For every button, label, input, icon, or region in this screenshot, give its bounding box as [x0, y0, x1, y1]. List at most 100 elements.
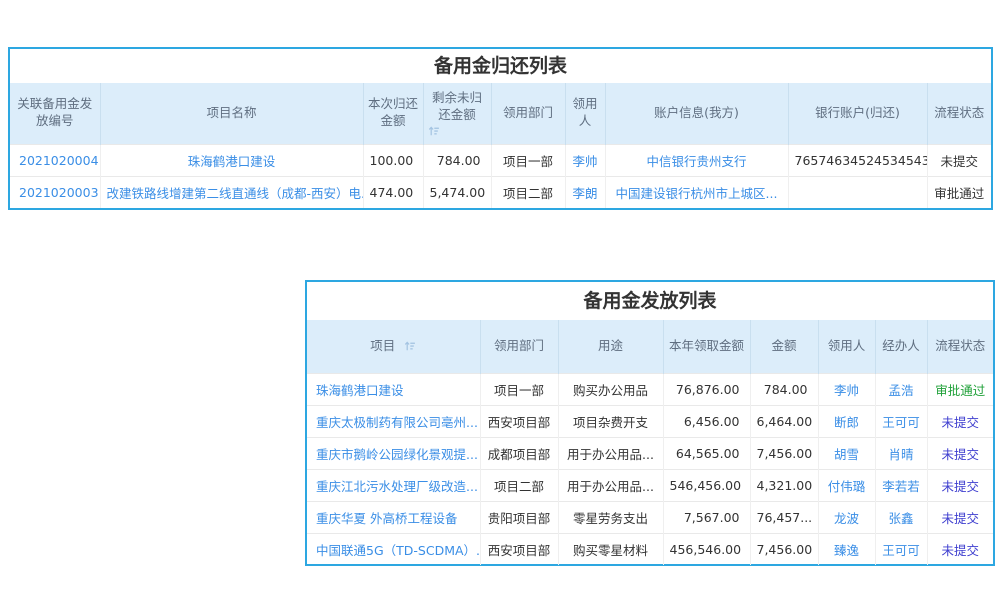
col-header-workflow-status: 流程状态: [927, 83, 991, 144]
recipient-dept-cell: 项目二部: [480, 469, 558, 501]
col-header-purpose: 用途: [558, 320, 663, 373]
table-row: 2021020004 珠海鹤港口建设 100.00 784.00 项目一部 李帅…: [10, 144, 991, 176]
return-bank-account-cell: [788, 176, 927, 208]
project-name-link[interactable]: 重庆市鹅岭公园绿化景观提...: [307, 437, 480, 469]
recipient-link[interactable]: 断郎: [818, 405, 875, 437]
amount-cell: 7,456.00: [750, 437, 818, 469]
handler-link[interactable]: 张鑫: [875, 501, 927, 533]
project-name-link[interactable]: 中国联通5G（TD-SCDMA）...: [307, 533, 480, 565]
issue-table-header-row: 项目 领用部门 用途 本年领取金额 金额 领用人 经办人: [307, 320, 993, 373]
amount-cell: 6,464.00: [750, 405, 818, 437]
handler-link[interactable]: 王可可: [875, 533, 927, 565]
workflow-status-cell: 审批通过: [927, 373, 993, 405]
our-account-link[interactable]: 中国建设银行杭州市上城区...: [605, 176, 788, 208]
purpose-cell: 项目杂费开支: [558, 405, 663, 437]
recipient-dept-cell: 项目一部: [491, 144, 565, 176]
col-header-remaining-amount[interactable]: 剩余未归还金额: [423, 83, 491, 144]
workflow-status-cell: 未提交: [927, 405, 993, 437]
recipient-link[interactable]: 李帅: [818, 373, 875, 405]
recipient-dept-cell: 成都项目部: [480, 437, 558, 469]
table-row: 重庆华夏 外高桥工程设备 贵阳项目部 零星劳务支出 7,567.00 76,45…: [307, 501, 993, 533]
recipient-link[interactable]: 李朗: [565, 176, 605, 208]
purpose-cell: 购买办公用品: [558, 373, 663, 405]
col-header-related-issue-id: 关联备用金发放编号: [10, 83, 100, 144]
return-list-panel: 备用金归还列表 关联备用金发放编号 项目名称 本次归还金额 剩余未归还金额: [8, 47, 993, 210]
project-name-link[interactable]: 改建铁路线增建第二线直通线（成都-西安）电...: [100, 176, 363, 208]
amount-cell: 784.00: [750, 373, 818, 405]
purpose-cell: 购买零星材料: [558, 533, 663, 565]
return-bank-account-cell: 765746345245345435: [788, 144, 927, 176]
return-table: 关联备用金发放编号 项目名称 本次归还金额 剩余未归还金额 领用部门: [10, 83, 991, 208]
workflow-status-cell: 未提交: [927, 501, 993, 533]
year-received-amount-cell: 76,876.00: [663, 373, 750, 405]
col-header-recipient-dept: 领用部门: [491, 83, 565, 144]
issue-table: 项目 领用部门 用途 本年领取金额 金额 领用人 经办人: [307, 320, 993, 565]
handler-link[interactable]: 李若若: [875, 469, 927, 501]
project-name-link[interactable]: 重庆江北污水处理厂级改造...: [307, 469, 480, 501]
col-header-recipient: 领用人: [565, 83, 605, 144]
table-row: 珠海鹤港口建设 项目一部 购买办公用品 76,876.00 784.00 李帅 …: [307, 373, 993, 405]
col-header-return-bank-account: 银行账户(归还): [788, 83, 927, 144]
recipient-link[interactable]: 龙波: [818, 501, 875, 533]
return-table-header-row: 关联备用金发放编号 项目名称 本次归还金额 剩余未归还金额 领用部门: [10, 83, 991, 144]
return-table-title: 备用金归还列表: [10, 49, 991, 83]
workflow-status-cell: 未提交: [927, 469, 993, 501]
table-row: 重庆太极制药有限公司亳州... 西安项目部 项目杂费开支 6,456.00 6,…: [307, 405, 993, 437]
col-header-project[interactable]: 项目: [307, 320, 480, 373]
recipient-link[interactable]: 臻逸: [818, 533, 875, 565]
project-name-link[interactable]: 重庆华夏 外高桥工程设备: [307, 501, 480, 533]
purpose-cell: 零星劳务支出: [558, 501, 663, 533]
purpose-cell: 用于办公用品...: [558, 469, 663, 501]
col-header-handler: 经办人: [875, 320, 927, 373]
year-received-amount-cell: 64,565.00: [663, 437, 750, 469]
purpose-cell: 用于办公用品...: [558, 437, 663, 469]
workflow-status-cell: 未提交: [927, 144, 991, 176]
issue-list-panel: 备用金发放列表 项目: [305, 280, 995, 566]
recipient-link[interactable]: 胡雪: [818, 437, 875, 469]
year-received-amount-cell: 7,567.00: [663, 501, 750, 533]
amount-cell: 4,321.00: [750, 469, 818, 501]
col-header-workflow-status: 流程状态: [927, 320, 993, 373]
table-row: 2021020003 改建铁路线增建第二线直通线（成都-西安）电... 474.…: [10, 176, 991, 208]
remaining-amount-cell: 5,474.00: [423, 176, 491, 208]
related-issue-id-link[interactable]: 2021020003: [10, 176, 100, 208]
year-received-amount-cell: 456,546.00: [663, 533, 750, 565]
table-row: 重庆江北污水处理厂级改造... 项目二部 用于办公用品... 546,456.0…: [307, 469, 993, 501]
year-received-amount-cell: 6,456.00: [663, 405, 750, 437]
col-header-recipient-dept: 领用部门: [480, 320, 558, 373]
related-issue-id-link[interactable]: 2021020004: [10, 144, 100, 176]
amount-cell: 76,457...: [750, 501, 818, 533]
handler-link[interactable]: 肖晴: [875, 437, 927, 469]
return-amount-cell: 474.00: [363, 176, 423, 208]
handler-link[interactable]: 王可可: [875, 405, 927, 437]
remaining-amount-cell: 784.00: [423, 144, 491, 176]
workflow-status-cell: 未提交: [927, 437, 993, 469]
table-row: 重庆市鹅岭公园绿化景观提... 成都项目部 用于办公用品... 64,565.0…: [307, 437, 993, 469]
recipient-dept-cell: 项目一部: [480, 373, 558, 405]
issue-table-title: 备用金发放列表: [307, 282, 993, 320]
sort-icon[interactable]: [428, 125, 487, 137]
recipient-link[interactable]: 付伟璐: [818, 469, 875, 501]
sort-icon[interactable]: [404, 340, 416, 352]
col-header-project-name: 项目名称: [100, 83, 363, 144]
recipient-dept-cell: 西安项目部: [480, 405, 558, 437]
table-row: 中国联通5G（TD-SCDMA）... 西安项目部 购买零星材料 456,546…: [307, 533, 993, 565]
year-received-amount-cell: 546,456.00: [663, 469, 750, 501]
project-name-link[interactable]: 重庆太极制药有限公司亳州...: [307, 405, 480, 437]
handler-link[interactable]: 孟浩: [875, 373, 927, 405]
our-account-link[interactable]: 中信银行贵州支行: [605, 144, 788, 176]
recipient-dept-cell: 项目二部: [491, 176, 565, 208]
workflow-status-cell: 未提交: [927, 533, 993, 565]
project-name-link[interactable]: 珠海鹤港口建设: [307, 373, 480, 405]
col-header-year-received-amount: 本年领取金额: [663, 320, 750, 373]
recipient-dept-cell: 西安项目部: [480, 533, 558, 565]
project-name-link[interactable]: 珠海鹤港口建设: [100, 144, 363, 176]
col-header-recipient: 领用人: [818, 320, 875, 373]
amount-cell: 7,456.00: [750, 533, 818, 565]
recipient-link[interactable]: 李帅: [565, 144, 605, 176]
col-header-amount: 金额: [750, 320, 818, 373]
col-header-return-amount: 本次归还金额: [363, 83, 423, 144]
col-header-our-account-info: 账户信息(我方): [605, 83, 788, 144]
recipient-dept-cell: 贵阳项目部: [480, 501, 558, 533]
return-amount-cell: 100.00: [363, 144, 423, 176]
